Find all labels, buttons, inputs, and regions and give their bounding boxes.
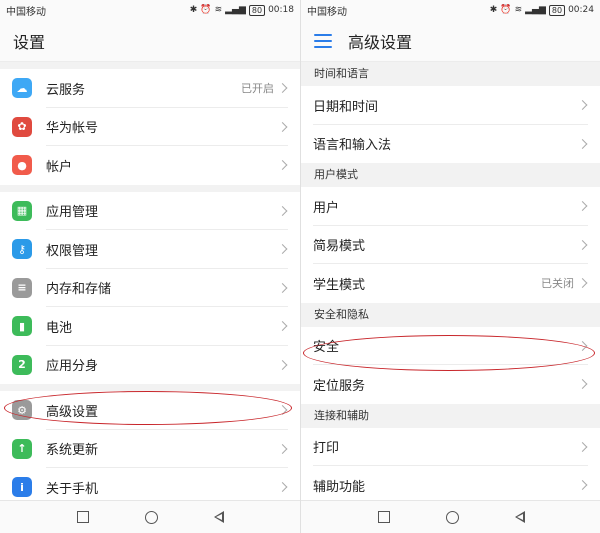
row-system-update[interactable]: ↑ 系统更新 <box>0 429 300 468</box>
alarm-icon: ⏰ <box>500 5 512 15</box>
carrier-label: 中国移动 <box>307 6 347 18</box>
row-advanced-settings[interactable]: ⚙ 高级设置 <box>0 391 300 430</box>
clock: 00:18 <box>268 5 294 15</box>
clock: 00:24 <box>568 5 594 15</box>
gear-icon: ⚙ <box>12 400 32 421</box>
row-twin-app[interactable]: 2 应用分身 <box>0 345 300 384</box>
row-security[interactable]: 安全 <box>301 326 600 365</box>
battery-icon: 80 <box>248 4 266 16</box>
battery-icon: ▮ <box>12 316 32 337</box>
row-users[interactable]: 用户 <box>301 187 600 226</box>
key-icon: ⚷ <box>12 239 32 260</box>
recents-button[interactable] <box>76 511 89 523</box>
nav-bar <box>301 500 600 533</box>
battery-icon: 80 <box>548 4 566 16</box>
chevron-right-icon <box>577 100 588 111</box>
wifi-icon: ≋ <box>214 5 223 15</box>
settings-group-2: ▦ 应用管理 ⚷ 权限管理 ≡ 内存和存储 ▮ 电池 2 应用分身 <box>0 191 300 384</box>
section-header-time-language: 时间和语言 <box>301 62 600 86</box>
apps-icon: ▦ <box>12 200 32 221</box>
chevron-right-icon <box>277 321 288 332</box>
signal-icon: ▂▄▆ <box>225 5 246 15</box>
section-header-connection-accessibility: 连接和辅助 <box>301 403 600 428</box>
update-icon: ↑ <box>12 438 32 459</box>
chevron-right-icon <box>577 379 588 390</box>
cloud-icon: ☁ <box>12 78 32 99</box>
row-simple-mode[interactable]: 简易模式 <box>301 225 600 264</box>
settings-group-1: ☁ 云服务 已开启 ✿ 华为帐号 ● 帐户 <box>0 69 300 185</box>
row-huawei-account[interactable]: ✿ 华为帐号 <box>0 107 300 146</box>
chevron-right-icon <box>577 201 588 212</box>
chevron-right-icon <box>277 359 288 370</box>
info-icon: i <box>12 477 32 498</box>
chevron-right-icon <box>277 83 288 94</box>
back-button[interactable] <box>514 511 525 523</box>
menu-icon[interactable] <box>314 33 332 48</box>
settings-group-3: ⚙ 高级设置 ↑ 系统更新 i 关于手机 <box>0 391 300 507</box>
settings-screen: 中国移动 ✱ ⏰ ≋ ▂▄▆ 80 00:18 设置 ☁ 云服务 已开启 ✿ 华… <box>0 0 300 533</box>
chevron-right-icon <box>577 480 588 491</box>
chevron-right-icon <box>277 205 288 216</box>
recents-button[interactable] <box>377 511 390 523</box>
chevron-right-icon <box>277 282 288 293</box>
chevron-right-icon <box>577 278 588 289</box>
row-app-management[interactable]: ▦ 应用管理 <box>0 191 300 230</box>
signal-icon: ▂▄▆ <box>525 5 546 15</box>
carrier-label: 中国移动 <box>6 6 46 18</box>
row-location-services[interactable]: 定位服务 <box>301 365 600 404</box>
status-bar: 中国移动 ✱ ⏰ ≋ ▂▄▆ 80 00:18 <box>0 0 300 20</box>
row-storage[interactable]: ≡ 内存和存储 <box>0 268 300 307</box>
wifi-icon: ≋ <box>514 5 523 15</box>
chevron-right-icon <box>577 239 588 250</box>
chevron-right-icon <box>277 244 288 255</box>
alarm-icon: ⏰ <box>200 5 212 15</box>
row-date-time[interactable]: 日期和时间 <box>301 86 600 125</box>
row-accessibility[interactable]: 辅助功能 <box>301 466 600 505</box>
row-account[interactable]: ● 帐户 <box>0 146 300 185</box>
nav-bar <box>0 500 300 533</box>
chevron-right-icon <box>277 482 288 493</box>
bluetooth-icon: ✱ <box>189 5 198 15</box>
row-battery[interactable]: ▮ 电池 <box>0 307 300 346</box>
storage-icon: ≡ <box>12 277 32 298</box>
section-header-user-mode: 用户模式 <box>301 163 600 187</box>
account-icon: ● <box>12 155 32 176</box>
chevron-right-icon <box>577 441 588 452</box>
chevron-right-icon <box>577 340 588 351</box>
back-button[interactable] <box>213 511 224 523</box>
home-button[interactable] <box>445 510 459 524</box>
status-bar: 中国移动 ✱ ⏰ ≋ ▂▄▆ 80 00:24 <box>301 0 600 20</box>
bluetooth-icon: ✱ <box>489 5 498 15</box>
row-cloud[interactable]: ☁ 云服务 已开启 <box>0 69 300 108</box>
row-printing[interactable]: 打印 <box>301 427 600 466</box>
page-title: 高级设置 <box>301 20 600 62</box>
chevron-right-icon <box>577 138 588 149</box>
advanced-settings-screen: 中国移动 ✱ ⏰ ≋ ▂▄▆ 80 00:24 高级设置 时间和语言 日期和时间… <box>300 0 600 533</box>
row-permissions[interactable]: ⚷ 权限管理 <box>0 230 300 269</box>
section-header-security-privacy: 安全和隐私 <box>301 302 600 327</box>
home-button[interactable] <box>144 510 158 524</box>
row-student-mode[interactable]: 学生模式 已关闭 <box>301 264 600 303</box>
chevron-right-icon <box>277 160 288 171</box>
page-title: 设置 <box>0 20 300 62</box>
chevron-right-icon <box>277 405 288 416</box>
huawei-icon: ✿ <box>12 116 32 137</box>
screenshot-pair: 中国移动 ✱ ⏰ ≋ ▂▄▆ 80 00:18 设置 ☁ 云服务 已开启 ✿ 华… <box>0 0 600 533</box>
chevron-right-icon <box>277 121 288 132</box>
row-language-input[interactable]: 语言和输入法 <box>301 124 600 163</box>
twin-app-icon: 2 <box>12 354 32 375</box>
chevron-right-icon <box>277 443 288 454</box>
